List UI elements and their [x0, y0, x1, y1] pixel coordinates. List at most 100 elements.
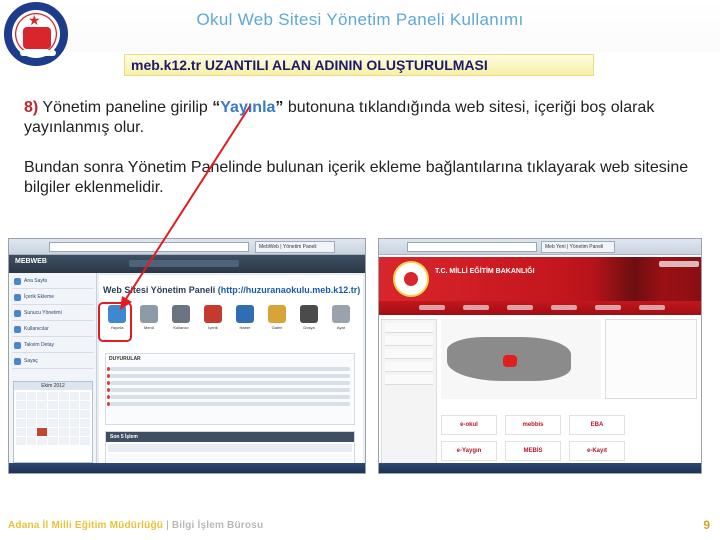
file-icon — [300, 305, 318, 323]
service-logo[interactable]: mebbis — [505, 415, 561, 435]
adana-marker[interactable] — [503, 355, 517, 367]
tool-label: Kullanıcı — [173, 325, 189, 330]
footer-left: Adana İl Milli Eğitim Müdürlüğü — [8, 520, 164, 531]
list-item[interactable] — [385, 362, 433, 372]
sidebar-item[interactable]: Kullanıcılar — [12, 323, 93, 337]
nav-item[interactable] — [507, 305, 533, 310]
tool-label: İçerik — [208, 325, 218, 330]
list-item[interactable] — [385, 323, 433, 333]
nav-item[interactable] — [595, 305, 621, 310]
logo-ring — [20, 50, 56, 56]
service-logo[interactable]: e-Kayıt — [569, 441, 625, 461]
calendar-grid[interactable] — [14, 390, 92, 447]
gear-icon — [332, 305, 350, 323]
panel-url: (http://huzuranaokulu.meb.k12.tr) — [217, 285, 361, 295]
mini-calendar: Ekim 2012 — [13, 381, 93, 463]
calendar-icon — [14, 342, 21, 349]
address-bar[interactable] — [49, 242, 249, 252]
slide-title: Okul Web Sitesi Yönetim Paneli Kullanımı — [196, 10, 524, 29]
slide-subtitle: meb.k12.tr UZANTILI ALAN ADININ OLUŞTURU… — [124, 54, 594, 76]
browser-tab[interactable]: Meb Yeni | Yönetim Paneli — [541, 241, 615, 253]
followup-paragraph: Bundan sonra Yönetim Panelinde bulunan i… — [24, 159, 689, 196]
gallery-button[interactable]: Galeri — [265, 305, 289, 335]
table-header — [108, 444, 352, 452]
browser-chrome: MebWeb | Yönetim Paneli — [9, 239, 365, 255]
list-item[interactable] — [385, 349, 433, 359]
banner-links[interactable] — [659, 261, 699, 267]
taskbar — [379, 463, 701, 473]
sidebar-item-label: İçerik Ekleme — [24, 294, 55, 300]
content-icon — [204, 305, 222, 323]
nav-item[interactable] — [419, 305, 445, 310]
admin-topbar: MEBWEB — [9, 255, 365, 273]
tool-label: Dosya — [303, 325, 315, 330]
publish-highlight-box — [98, 302, 132, 342]
footer-right: Bilgi İşlem Bürosu — [171, 520, 264, 531]
instruction-paragraph: 8) Yönetim paneline girilip “Yayınla” bu… — [24, 98, 704, 138]
users-icon — [14, 326, 21, 333]
news-button[interactable]: Haber — [233, 305, 257, 335]
mebweb-brand: MEBWEB — [15, 258, 47, 265]
announcement-line — [107, 388, 350, 392]
menu-button[interactable]: Menü — [137, 305, 161, 335]
list-item[interactable] — [385, 375, 433, 385]
site-right-panel — [605, 319, 697, 399]
panel-title: Web Sitesi Yönetim Paneli (http://huzura… — [103, 285, 360, 295]
calendar-caption: Ekim 2012 — [14, 382, 92, 390]
service-logos: e-okul mebbis EBA e-Yaygın MEBİS e-Kayıt — [441, 415, 697, 465]
tool-label: Galeri — [271, 325, 283, 330]
service-logo[interactable]: e-Yaygın — [441, 441, 497, 461]
sidebar-item[interactable]: İçerik Ekleme — [12, 291, 93, 305]
sidebar-item[interactable]: Ana Sayfa — [12, 275, 93, 289]
nav-item[interactable] — [639, 305, 665, 310]
settings-button[interactable]: Ayar — [329, 305, 353, 335]
browser-tab[interactable]: MebWeb | Yönetim Paneli — [255, 241, 335, 253]
sidebar-item-label: Ana Sayfa — [24, 278, 48, 284]
browser-chrome: Meb Yeni | Yönetim Paneli — [379, 239, 701, 255]
counter-icon — [14, 358, 21, 365]
yayinla-highlight: Yayınla — [220, 99, 276, 116]
sidebar-item[interactable]: Sunucu Yönetimi — [12, 307, 93, 321]
address-bar[interactable] — [407, 242, 537, 252]
sidebar-item-label: Kullanıcılar — [24, 326, 49, 332]
content-button[interactable]: İçerik — [201, 305, 225, 335]
ministry-emblem-icon — [393, 261, 429, 297]
toolbar-icons: Yayınla Menü Kullanıcı İçerik Haber Gale… — [105, 305, 355, 335]
p1-before: Yönetim paneline girilip — [38, 99, 213, 116]
site-left-menu — [381, 319, 437, 469]
sidebar-item[interactable]: Takvim Detay — [12, 339, 93, 353]
sidebar-item-label: Sunucu Yönetimi — [24, 310, 62, 316]
user-icon — [172, 305, 190, 323]
admin-panel-screenshot: MebWeb | Yönetim Paneli MEBWEB Ana Sayfa… — [8, 238, 366, 474]
footer-separator: | — [163, 520, 172, 531]
slide-footer: Adana İl Milli Eğitim Müdürlüğü | Bilgi … — [8, 520, 263, 531]
top-menu[interactable] — [129, 260, 239, 267]
table-row[interactable] — [108, 454, 352, 462]
page-number: 9 — [703, 518, 710, 532]
seal-icon — [23, 27, 51, 49]
sidebar-item-label: Sayaç — [24, 358, 38, 364]
published-site-screenshot: Meb Yeni | Yönetim Paneli T.C. MİLLİ EĞİ… — [378, 238, 702, 474]
last-actions-heading: Son 5 İşlem — [106, 432, 354, 442]
announcement-line — [107, 374, 350, 378]
announcement-line — [107, 395, 350, 399]
service-logo[interactable]: e-okul — [441, 415, 497, 435]
announcement-line — [107, 367, 350, 371]
announcements-box: DUYURULAR — [105, 353, 355, 425]
ministry-text: T.C. MİLLİ EĞİTİM BAKANLIĞI — [435, 268, 535, 275]
server-icon — [14, 310, 21, 317]
tool-label: Menü — [143, 325, 154, 330]
sidebar-item[interactable]: Sayaç — [12, 355, 93, 369]
nav-item[interactable] — [463, 305, 489, 310]
announcement-line — [107, 402, 350, 406]
service-logo[interactable]: EBA — [569, 415, 625, 435]
tool-label: Haber — [239, 325, 251, 330]
user-button[interactable]: Kullanıcı — [169, 305, 193, 335]
step-number: 8) — [24, 99, 39, 116]
news-icon — [236, 305, 254, 323]
gallery-icon — [268, 305, 286, 323]
list-item[interactable] — [385, 336, 433, 346]
service-logo[interactable]: MEBİS — [505, 441, 561, 461]
file-button[interactable]: Dosya — [297, 305, 321, 335]
nav-item[interactable] — [551, 305, 577, 310]
